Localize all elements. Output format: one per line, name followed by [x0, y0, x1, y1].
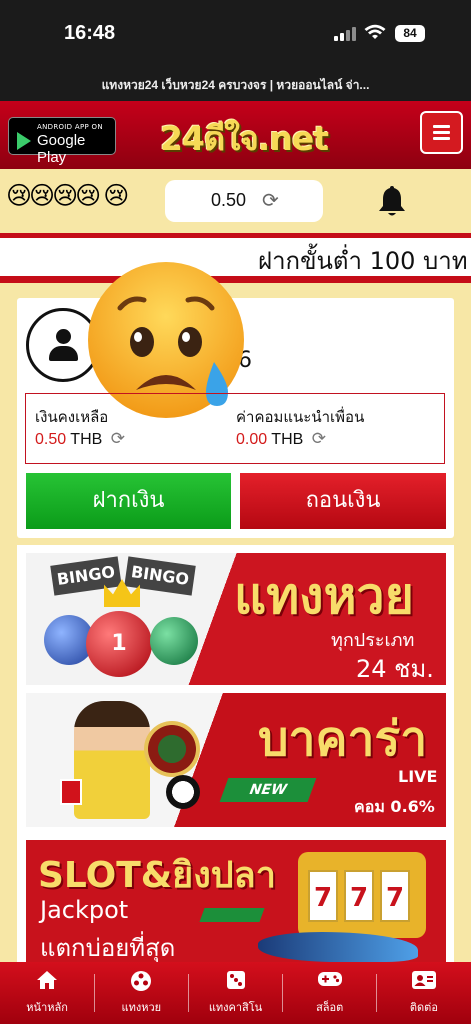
slot-reel: 7 — [380, 870, 410, 922]
battery-icon: 84 — [395, 25, 425, 42]
lottery-banner[interactable]: BINGO BINGO 1 แทงหวย ทุกประเภท 24 ชม. — [26, 553, 446, 685]
wallet-balance: 0.50 THB ⟳ — [35, 429, 125, 449]
dealer-image — [74, 701, 150, 819]
nav-contact[interactable]: ติดต่อ — [377, 962, 471, 1024]
live-label: LIVE — [398, 767, 438, 786]
green-stripe — [199, 908, 265, 922]
dice-image — [60, 779, 82, 805]
wifi-icon — [364, 24, 386, 39]
site-logo[interactable]: 24ดีใจ.net — [160, 112, 329, 165]
nav-slot-label: สล็อต — [316, 1001, 344, 1014]
refresh-commission-icon[interactable]: ⟳ — [312, 429, 326, 448]
slot-reel: 7 — [344, 870, 374, 922]
baccarat-commission: คอม 0.6% — [354, 797, 435, 816]
nav-divider — [188, 974, 189, 1012]
commission-value: 0.00 — [236, 431, 268, 448]
nav-slot[interactable]: สล็อต — [283, 962, 377, 1024]
new-badge: NEW — [219, 778, 317, 802]
status-bar: 16:48 84 แทงหวย24 เว็บหวย24 ครบวงจร | หว… — [0, 0, 471, 101]
lottery-ball: 1 — [86, 611, 152, 677]
commission-balance: 0.00 THB ⟳ — [236, 429, 326, 449]
balance-pill: 0.50 ⟳ — [165, 180, 323, 222]
bingo-card: BINGO — [50, 556, 122, 596]
bottom-nav: หน้าหลัก แทงหวย แทงคาสิโน สล็อต ติดต่อ — [0, 962, 471, 1024]
hamburger-menu-button[interactable] — [420, 111, 463, 154]
dice-icon — [226, 971, 245, 989]
gamepad-icon — [317, 972, 342, 986]
user-icon-body — [49, 346, 78, 361]
google-play-small-text: ANDROID APP ON — [37, 123, 103, 131]
google-play-label: Google Play — [37, 132, 86, 166]
bell-icon[interactable] — [377, 184, 407, 218]
football-icon — [166, 775, 200, 809]
marquee-text: ฝากขั้นต่ำ 100 บาท — [258, 247, 468, 275]
nav-home[interactable]: หน้าหลัก — [0, 962, 94, 1024]
slot-banner-tagline: แตกบ่อยที่สุด — [40, 934, 176, 962]
refresh-balance-icon[interactable]: ⟳ — [111, 429, 125, 448]
nav-casino[interactable]: แทงคาสิโน — [188, 962, 282, 1024]
nav-casino-label: แทงคาสิโน — [208, 1001, 263, 1014]
baccarat-banner[interactable]: บาคาร่า NEW LIVE คอม 0.6% — [26, 693, 446, 827]
slot-banner-title: SLOT&ยิงปลา — [38, 855, 276, 896]
user-icon — [56, 329, 71, 344]
lottery-banner-hours: 24 ชม. — [356, 655, 434, 683]
home-icon — [37, 971, 58, 989]
commission-label: ค่าคอมแนะนำเพื่อน — [236, 408, 365, 426]
slot-banner[interactable]: SLOT&ยิงปลา Jackpot แตกบ่อยที่สุด 7 7 7 — [26, 840, 446, 965]
nav-divider — [282, 974, 283, 1012]
lottery-ball — [150, 617, 198, 665]
slot-jackpot-label: Jackpot — [40, 896, 129, 924]
nav-lottery-label: แทงหวย — [121, 1001, 162, 1014]
contact-card-icon — [411, 971, 436, 989]
balance-value: 0.50 — [211, 190, 247, 210]
lottery-ball-icon — [131, 971, 152, 991]
nav-divider — [94, 974, 95, 1012]
commission-unit: THB — [271, 431, 304, 448]
balance-label: เงินคงเหลือ — [35, 408, 109, 426]
withdraw-button[interactable]: ถอนเงิน — [240, 473, 446, 529]
roulette-wheel-icon — [144, 721, 200, 777]
wallet-balance-unit: THB — [70, 431, 103, 448]
refresh-icon[interactable]: ⟳ — [262, 188, 279, 212]
nav-divider — [376, 974, 377, 1012]
slot-reel: 7 — [308, 870, 338, 922]
google-play-icon — [17, 132, 31, 150]
bingo-card: BINGO — [124, 556, 196, 596]
nav-lottery[interactable]: แทงหวย — [94, 962, 188, 1024]
nav-home-label: หน้าหลัก — [26, 1001, 68, 1014]
nav-contact-label: ติดต่อ — [409, 1001, 438, 1014]
crying-emoji-row: 😢😢😢😢 😢 — [6, 181, 129, 210]
deposit-button[interactable]: ฝากเงิน — [26, 473, 231, 529]
clock: 16:48 — [64, 22, 116, 44]
baccarat-banner-title: บาคาร่า — [258, 711, 428, 767]
page-url-title[interactable]: แทงหวย24 เว็บหวย24 ครบวงจร | หวยออนไลน์ … — [0, 76, 471, 95]
wallet-balance-value: 0.50 — [35, 431, 67, 448]
signal-icon — [334, 27, 356, 41]
google-play-button[interactable]: ANDROID APP ON Google Play — [8, 117, 116, 166]
